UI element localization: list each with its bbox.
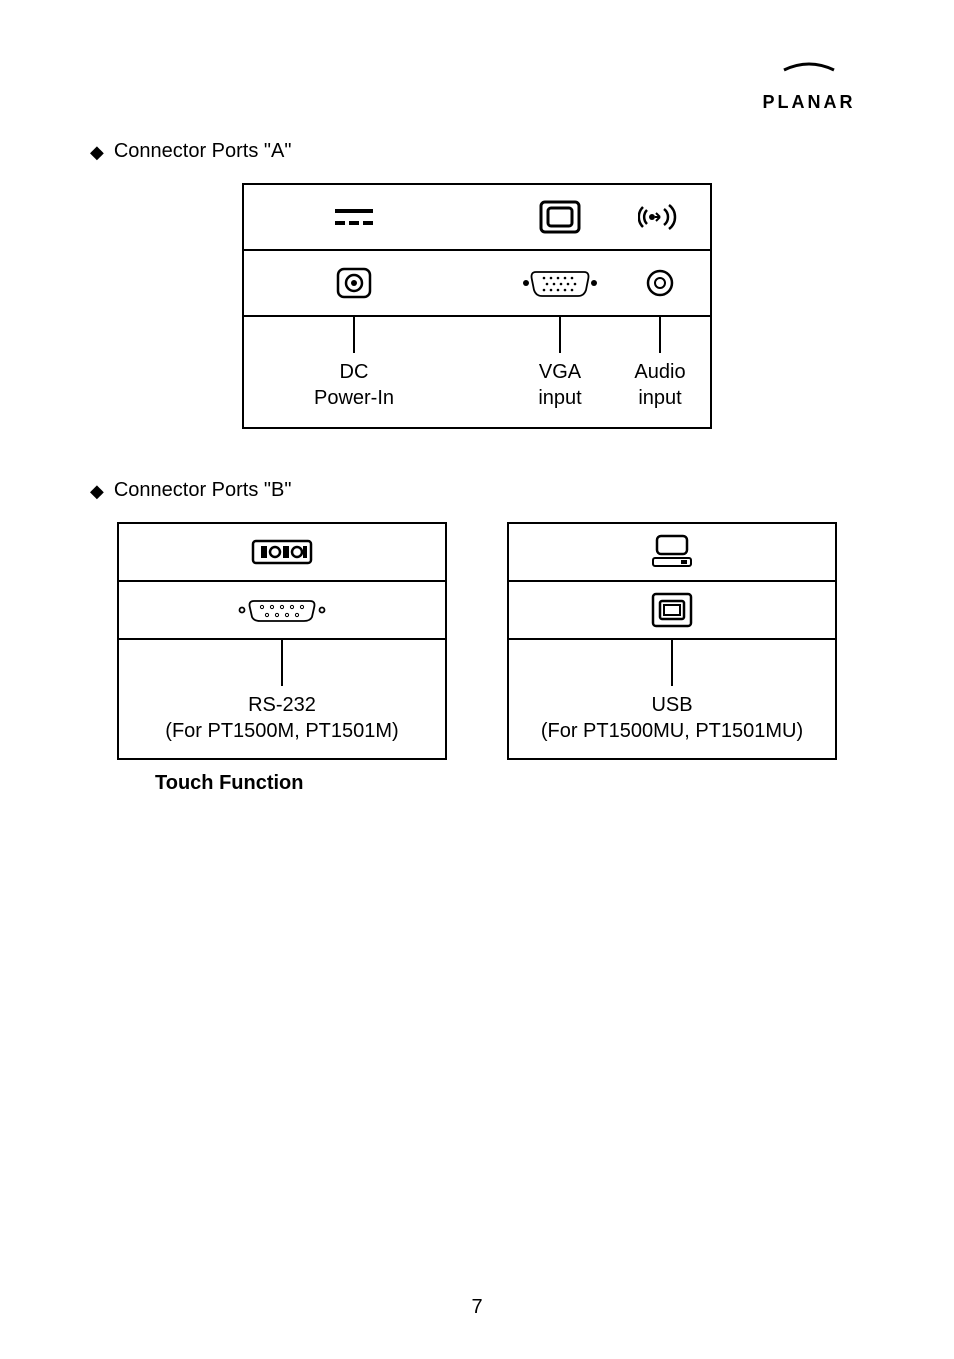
monitor-icon — [538, 199, 582, 235]
section-a-heading: ◆ Connector Ports "A" — [90, 140, 864, 163]
audio-label-1: Audio — [634, 359, 685, 385]
vga-label-1: VGA — [539, 359, 581, 385]
dc-label-1: DC — [340, 359, 369, 385]
serial-symbol-icon — [251, 537, 313, 567]
section-a-title: Connector Ports "A" — [114, 140, 292, 163]
connector-ports-a-diagram: DC Power-In VGA input Audio input — [242, 183, 712, 429]
brand-text: PLANAR — [754, 92, 864, 113]
vga-label-2: input — [538, 385, 581, 411]
bullet-diamond-icon: ◆ — [90, 482, 104, 500]
touch-function-label: Touch Function — [155, 772, 864, 795]
rs232-label-1: RS-232 — [248, 692, 316, 718]
audio-label-2: input — [638, 385, 681, 411]
section-b-title: Connector Ports "B" — [114, 479, 292, 502]
page-number: 7 — [0, 1296, 954, 1319]
dc-label-2: Power-In — [314, 385, 394, 411]
brand-logo: PLANAR — [754, 60, 864, 113]
section-b-heading: ◆ Connector Ports "B" — [90, 479, 864, 502]
rs232-label-2: (For PT1500M, PT1501M) — [165, 718, 398, 744]
audio-jack-icon — [645, 268, 675, 298]
bullet-diamond-icon: ◆ — [90, 143, 104, 161]
usb-port-icon — [649, 590, 695, 630]
usb-diagram: USB (For PT1500MU, PT1501MU) — [507, 522, 837, 760]
rs232-port-icon — [232, 593, 332, 627]
dc-symbol-icon — [329, 203, 379, 231]
usb-label-1: USB — [651, 692, 692, 718]
rs232-diagram: RS-232 (For PT1500M, PT1501M) — [117, 522, 447, 760]
dc-jack-icon — [334, 265, 374, 301]
audio-wave-icon — [638, 199, 682, 235]
usb-label-2: (For PT1500MU, PT1501MU) — [541, 718, 803, 744]
vga-port-icon — [518, 266, 602, 300]
usb-symbol-top-icon — [647, 532, 697, 572]
